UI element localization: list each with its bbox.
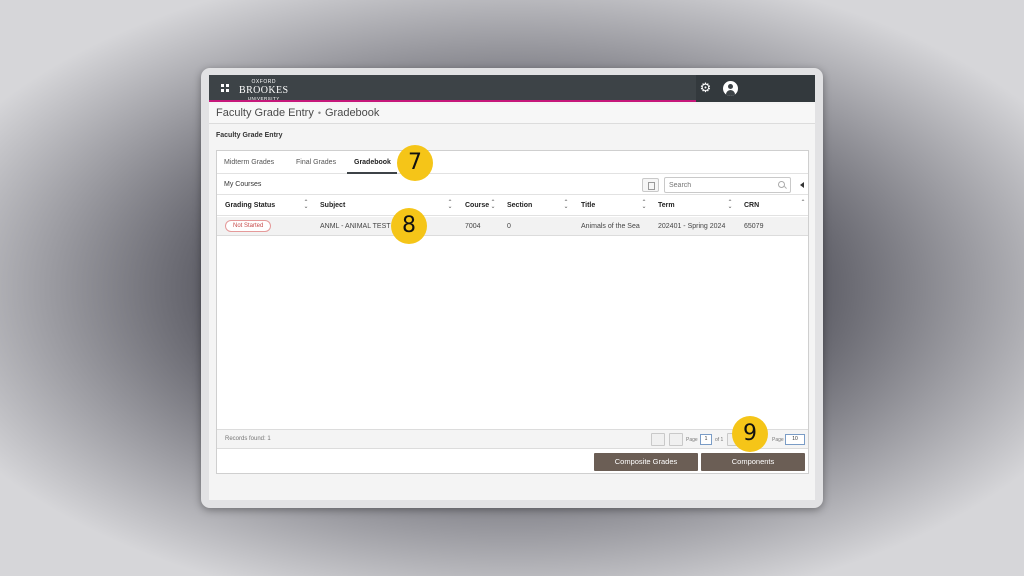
search-icon: [778, 181, 785, 188]
courses-heading: My Courses: [224, 181, 262, 188]
university-logo[interactable]: OXFORD BROOKES UNIVERSITY: [239, 80, 288, 102]
records-count: Records found: 1: [225, 436, 271, 442]
logo-line-3: UNIVERSITY: [247, 96, 280, 101]
gear-icon[interactable]: ⚙: [699, 81, 712, 94]
sort-icon[interactable]: ⌃ ⌄: [303, 200, 309, 210]
components-button[interactable]: Components: [701, 453, 805, 471]
per-page-label: Page: [772, 437, 784, 443]
column-header-grading-status[interactable]: Grading Status: [225, 202, 275, 209]
first-page-button[interactable]: [651, 433, 665, 446]
column-header-title[interactable]: Title: [581, 202, 595, 209]
page-title: Faculty Grade Entry: [216, 132, 283, 139]
sort-icon[interactable]: ⌃ ⌄: [641, 200, 647, 210]
sort-icon[interactable]: ⌃ ⌄: [447, 200, 453, 210]
column-header-subject[interactable]: Subject: [320, 202, 345, 209]
tab-midterm-grades[interactable]: Midterm Grades: [224, 159, 274, 166]
gradebook-panel: Midterm Grades Final Grades Gradebook My…: [216, 150, 809, 474]
cell-title: Animals of the Sea: [581, 223, 640, 230]
step-callout-8: 8: [391, 208, 427, 244]
column-header-section[interactable]: Section: [507, 202, 532, 209]
sort-icon[interactable]: ⌃ ⌄: [490, 200, 496, 210]
page-number-input[interactable]: 1: [700, 434, 712, 445]
grade-tabs: Midterm Grades Final Grades Gradebook: [217, 151, 808, 174]
cell-section: 0: [507, 223, 511, 230]
tab-final-grades[interactable]: Final Grades: [296, 159, 336, 166]
page-label: Page: [686, 437, 698, 443]
cell-crn: 65079: [744, 223, 764, 230]
column-header-term[interactable]: Term: [658, 202, 675, 209]
export-icon[interactable]: [642, 178, 659, 192]
table-header: Grading Status ⌃ ⌄ Subject ⌃ ⌄ Course ⌃ ⌄ S…: [217, 196, 808, 216]
table-row[interactable]: Not Started ANML - ANIMAL TEST 7004 0 An…: [217, 217, 808, 236]
sort-icon[interactable]: ⌃: [800, 200, 806, 206]
collapse-arrow-icon[interactable]: [800, 182, 804, 188]
step-callout-7: 7: [397, 145, 433, 181]
logo-line-2: BROOKES: [239, 85, 289, 96]
sort-icon[interactable]: ⌃ ⌄: [563, 200, 569, 210]
breadcrumb-current: Gradebook: [324, 107, 380, 119]
top-bar-utility-area: [696, 75, 815, 102]
column-header-course[interactable]: Course: [465, 202, 489, 209]
step-callout-9: 9: [732, 416, 768, 452]
breadcrumb-root[interactable]: Faculty Grade Entry: [216, 107, 314, 119]
per-page-select[interactable]: 10: [785, 434, 805, 445]
courses-toolbar: My Courses: [217, 175, 808, 195]
column-header-crn[interactable]: CRN: [744, 202, 759, 209]
tab-gradebook[interactable]: Gradebook: [354, 159, 391, 166]
previous-page-button[interactable]: [669, 433, 683, 446]
active-tab-indicator: [347, 172, 397, 174]
cell-term: 202401 - Spring 2024: [658, 223, 726, 230]
app-screen: OXFORD BROOKES UNIVERSITY ⚙ Faculty Grad…: [209, 75, 815, 500]
pagination-bar: Records found: 1 Page 1 of 1 Page 10: [217, 429, 808, 449]
cell-course: 7004: [465, 223, 481, 230]
breadcrumb: Faculty Grade Entry • Gradebook: [209, 104, 815, 124]
user-icon[interactable]: [723, 81, 738, 96]
search-input[interactable]: [664, 177, 791, 193]
top-navigation-bar: OXFORD BROOKES UNIVERSITY ⚙: [209, 75, 815, 102]
sort-icon[interactable]: ⌃ ⌄: [727, 200, 733, 210]
status-badge: Not Started: [225, 220, 272, 232]
device-frame: OXFORD BROOKES UNIVERSITY ⚙ Faculty Grad…: [201, 68, 823, 508]
page-total: of 1: [715, 437, 724, 443]
grid-menu-icon[interactable]: [221, 84, 229, 92]
composite-grades-button[interactable]: Composite Grades: [594, 453, 698, 471]
breadcrumb-separator: •: [317, 108, 321, 118]
cell-subject: ANML - ANIMAL TEST: [320, 223, 391, 230]
